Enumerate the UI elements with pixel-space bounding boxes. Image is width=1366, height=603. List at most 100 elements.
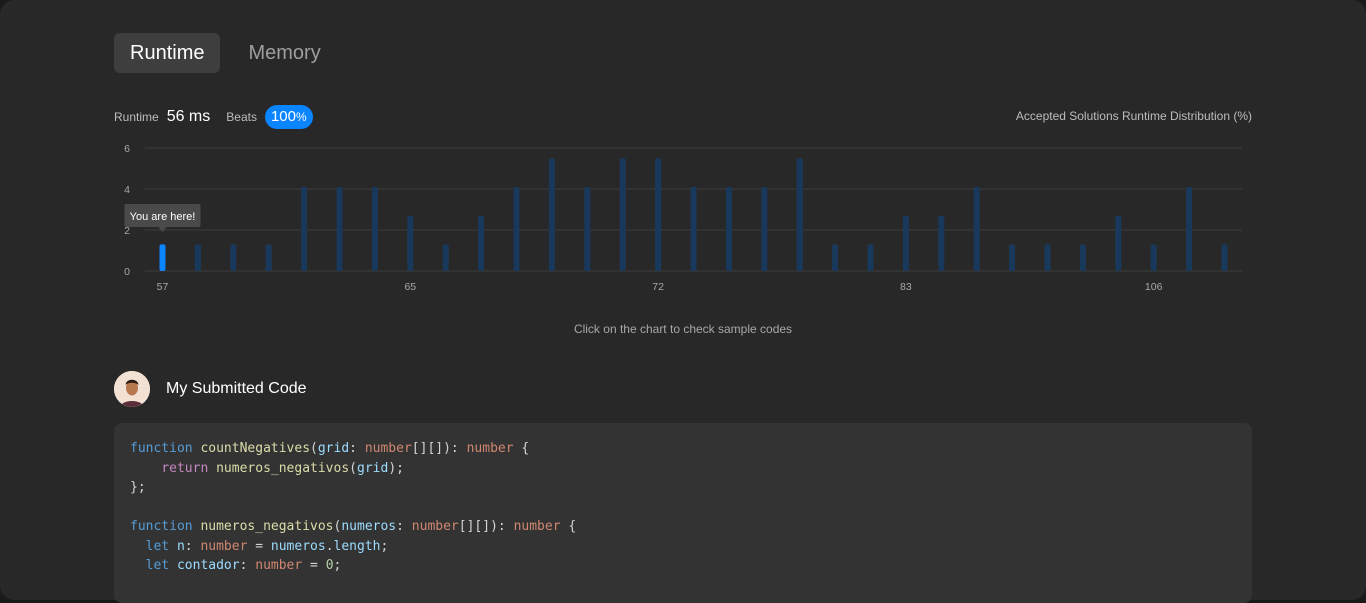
code-token: number	[466, 441, 514, 456]
bar[interactable]	[938, 215, 945, 271]
bar[interactable]	[796, 158, 803, 271]
code-token: number	[364, 441, 412, 456]
code-token: );	[388, 460, 404, 476]
runtime-distribution-chart[interactable]: 642057 65 72 83 106You are here!	[0, 138, 1366, 298]
submitted-code-header: My Submitted Code	[114, 371, 307, 407]
code-token: let	[145, 538, 170, 554]
code-line: let contador: number = 0;	[130, 556, 1236, 576]
runtime-label: Runtime	[114, 109, 159, 124]
bar[interactable]	[1044, 244, 1051, 271]
code-token: numeros	[270, 538, 326, 554]
code-token: [][]):	[411, 441, 467, 456]
bar[interactable]	[973, 186, 980, 271]
x-tick-label: 72	[652, 281, 664, 293]
bar[interactable]	[1115, 215, 1122, 271]
code-token: (	[310, 441, 318, 456]
beats-value: 100	[270, 107, 296, 125]
bar[interactable]	[265, 244, 272, 271]
code-token: .	[325, 538, 334, 554]
x-tick-label: 106	[1145, 281, 1163, 293]
code-token: contador	[176, 558, 240, 573]
code-line: function numeros_negativos(numeros: numb…	[130, 517, 1236, 537]
code-token: 0	[325, 558, 334, 573]
code-token: countNegatives	[200, 441, 311, 456]
beats-badge: 100%	[264, 104, 313, 129]
bar[interactable]	[1186, 186, 1193, 271]
bar[interactable]	[1221, 244, 1228, 271]
code-block[interactable]: function countNegatives(grid: number[][]…	[114, 423, 1252, 603]
code-token: [][]):	[458, 519, 514, 534]
distribution-label: Accepted Solutions Runtime Distribution …	[1015, 109, 1252, 123]
tooltip-text: You are here!	[130, 211, 196, 223]
bar[interactable]	[725, 186, 732, 271]
code-token: grid	[357, 460, 389, 476]
bar[interactable]	[867, 244, 874, 271]
code-token: number	[513, 519, 561, 534]
code-token: ;	[380, 538, 389, 554]
tab-runtime[interactable]: Runtime	[114, 33, 221, 73]
bar[interactable]	[1150, 244, 1157, 271]
bar[interactable]	[902, 215, 909, 271]
code-token: return	[161, 460, 209, 476]
bar[interactable]	[584, 186, 591, 271]
bar[interactable]	[230, 244, 237, 271]
code-token: :	[396, 519, 412, 534]
bar[interactable]	[478, 215, 485, 271]
chart-hint: Click on the chart to check sample codes	[573, 322, 793, 336]
bar[interactable]	[1079, 244, 1086, 271]
bar[interactable]	[442, 244, 449, 271]
code-token: number	[200, 538, 248, 554]
code-line: let n: number = numeros.length;	[130, 537, 1236, 557]
metric-tabs: Runtime Memory	[114, 33, 337, 73]
code-token: :	[184, 538, 201, 554]
bar[interactable]	[832, 244, 839, 271]
bar-highlight[interactable]	[159, 244, 166, 271]
code-token: let	[145, 558, 170, 573]
bar[interactable]	[301, 186, 308, 271]
x-tick-label: 57	[157, 281, 169, 293]
code-token: =	[247, 538, 271, 554]
code-token: {	[560, 519, 577, 534]
submitted-code-title: My Submitted Code	[166, 380, 307, 397]
code-token: length	[333, 538, 381, 554]
bar[interactable]	[371, 186, 378, 271]
code-token: numeros_negativos	[200, 519, 334, 534]
code-token: };	[130, 480, 146, 495]
x-tick-label: 83	[900, 281, 912, 293]
bar[interactable]	[655, 158, 662, 271]
bar[interactable]	[761, 186, 768, 271]
x-tick-label: 65	[404, 281, 416, 293]
bar[interactable]	[513, 186, 520, 271]
code-token: :	[349, 441, 365, 456]
y-tick-label: 6	[124, 143, 130, 155]
code-token: numeros	[341, 519, 397, 534]
code-token: (	[349, 460, 357, 476]
y-tick-label: 0	[124, 266, 130, 278]
code-token: n	[176, 538, 185, 554]
code-line: function countNegatives(grid: number[][]…	[130, 439, 1236, 459]
code-token: function	[130, 441, 193, 456]
bar[interactable]	[407, 215, 414, 271]
code-token: :	[239, 558, 256, 573]
code-token: grid	[317, 441, 350, 456]
bar[interactable]	[194, 244, 201, 271]
code-token: ;	[333, 558, 342, 573]
avatar[interactable]	[114, 371, 150, 407]
bar[interactable]	[619, 158, 626, 271]
tab-memory[interactable]: Memory	[232, 33, 336, 73]
code-token: function	[130, 519, 193, 534]
bar[interactable]	[548, 158, 555, 271]
bar[interactable]	[1009, 244, 1016, 271]
code-token: number	[255, 558, 303, 573]
avatar-image	[114, 371, 150, 407]
runtime-stats: Runtime 56 ms Beats 100%	[114, 104, 313, 129]
bar[interactable]	[690, 186, 697, 271]
bar[interactable]	[336, 186, 343, 271]
